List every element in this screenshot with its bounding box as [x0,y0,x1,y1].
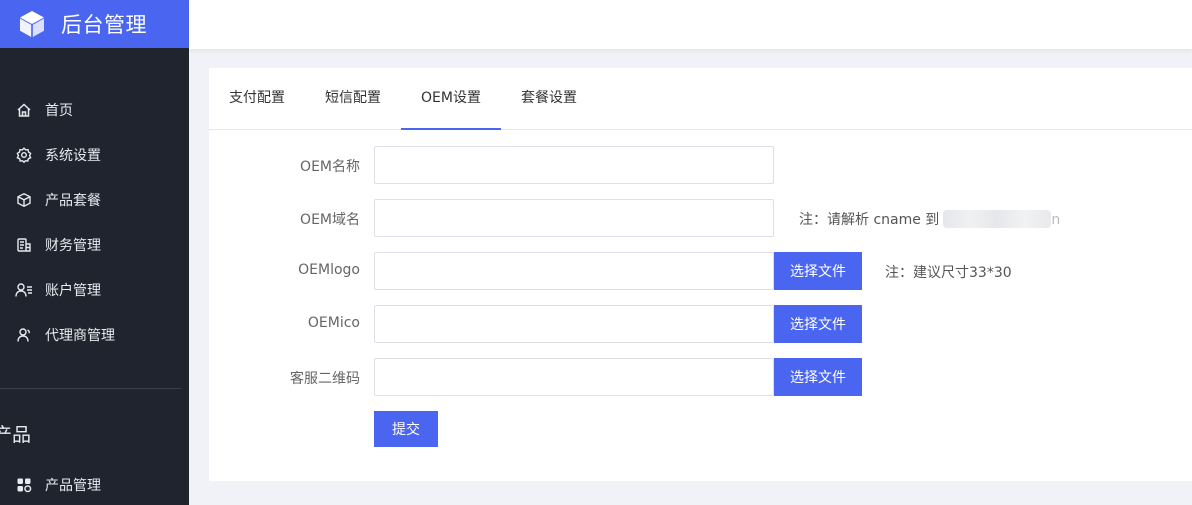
oem-domain-note-text: 注：请解析 cname 到 [799,212,940,228]
qr-code-choose-file-button[interactable]: 选择文件 [774,358,862,396]
oem-domain-note: 注：请解析 cname 到 n [799,209,1060,229]
sidebar-item-agents[interactable]: 代理商管理 [0,315,189,355]
sidebar-item-system-settings[interactable]: 系统设置 [0,135,189,175]
oem-domain-input[interactable] [374,199,774,237]
oem-name-input[interactable] [374,146,774,184]
oem-ico-input[interactable] [374,305,774,343]
user-list-icon [15,281,33,299]
active-tab-indicator [401,128,501,130]
settings-card: 支付配置 短信配置 OEM设置 套餐设置 OEM名称 OEM域名 注：请解析 c… [209,68,1192,481]
oem-domain-label: OEM域名 [300,212,360,228]
gear-icon [15,146,33,164]
sidebar-item-label: 产品套餐 [45,193,101,209]
home-icon [15,101,33,119]
sidebar-item-label: 系统设置 [45,148,101,164]
sidebar-section-title: 产品 [0,424,32,446]
oem-ico-choose-file-button[interactable]: 选择文件 [774,305,862,343]
tab-bar: 支付配置 短信配置 OEM设置 套餐设置 [209,68,1192,130]
oem-name-label: OEM名称 [300,159,360,175]
qr-code-label: 客服二维码 [290,371,360,387]
oem-logo-choose-file-button[interactable]: 选择文件 [774,252,862,290]
tab-oem-settings[interactable]: OEM设置 [401,68,501,130]
grid-apps-icon [15,476,33,494]
sidebar-item-label: 首页 [45,103,73,119]
ledger-icon [15,236,33,254]
oem-domain-note-suffix: n [1051,212,1061,228]
tab-payment-config[interactable]: 支付配置 [209,68,305,130]
oem-ico-label: OEMico [307,315,360,331]
submit-button[interactable]: 提交 [374,411,438,447]
sidebar-divider [0,388,181,389]
redacted-domain [943,210,1052,228]
oem-logo-input[interactable] [374,252,774,290]
brand-title: 后台管理 [61,13,147,37]
top-header [189,0,1192,49]
brand-header[interactable]: 后台管理 [0,0,189,48]
tab-sms-config[interactable]: 短信配置 [305,68,401,130]
sidebar-item-finance[interactable]: 财务管理 [0,225,189,265]
sidebar: 后台管理 首页 系统设置 产品套餐 财务管理 账户管理 代理商管理 产品 产品管… [0,0,189,505]
sidebar-item-home[interactable]: 首页 [0,90,189,130]
cube-icon [17,9,47,39]
oem-logo-label: OEMlogo [298,262,360,278]
sidebar-item-accounts[interactable]: 账户管理 [0,270,189,310]
box-icon [15,191,33,209]
tab-package-settings[interactable]: 套餐设置 [501,68,597,130]
sidebar-item-label: 产品管理 [45,478,101,494]
qr-code-input[interactable] [374,358,774,396]
sidebar-item-label: 代理商管理 [45,328,115,344]
sidebar-item-product-packages[interactable]: 产品套餐 [0,180,189,220]
sidebar-item-label: 账户管理 [45,283,101,299]
sidebar-item-product-management[interactable]: 产品管理 [0,465,189,505]
user-icon [15,326,33,344]
sidebar-item-label: 财务管理 [45,238,101,254]
oem-logo-note: 注：建议尺寸33*30 [885,265,1012,281]
